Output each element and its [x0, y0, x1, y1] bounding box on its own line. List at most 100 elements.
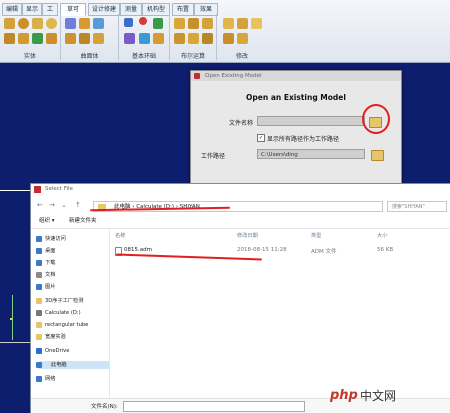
sweep-icon[interactable] — [93, 18, 104, 29]
star-icon — [36, 236, 42, 242]
back-arrow-icon[interactable]: ← — [37, 201, 43, 209]
search-input[interactable]: 搜索"SHIYAN" — [387, 201, 447, 212]
marker-icon[interactable] — [139, 17, 147, 25]
torus-icon[interactable] — [18, 33, 29, 44]
split-icon[interactable] — [188, 33, 199, 44]
sidebar-item-label: rectangular tube — [45, 322, 89, 328]
site-watermark: php — [330, 388, 358, 403]
drive-icon — [36, 310, 42, 316]
merge-icon[interactable] — [174, 33, 185, 44]
forward-arrow-icon[interactable]: → — [49, 201, 55, 209]
file-name-label: 文件名称 — [229, 120, 254, 127]
workpath-checkbox[interactable]: ✓ — [257, 134, 265, 142]
ribbon-toolbar: 编辑 显示 工 草可 设计修建 测量 机构型 布置 效果 实体 曲面体 基本环础… — [0, 0, 450, 63]
plate-icon[interactable] — [46, 33, 57, 44]
folder-icon — [36, 322, 42, 328]
open-model-dialog: Open Existing Model Open an Existing Mod… — [190, 70, 402, 188]
intersect-icon[interactable] — [202, 18, 213, 29]
plane-icon[interactable] — [124, 33, 135, 44]
cylinder-icon[interactable] — [18, 18, 29, 29]
computer-icon — [36, 362, 42, 368]
sidebar-item[interactable]: 桌面 — [36, 247, 55, 255]
sidebar-item[interactable]: 图片 — [36, 283, 56, 291]
sphere-icon[interactable] — [46, 18, 57, 29]
hollow-icon[interactable] — [251, 18, 262, 29]
subtract-icon[interactable] — [188, 18, 199, 29]
revolve-icon[interactable] — [79, 33, 90, 44]
dialog-title: Open Existing Model — [205, 73, 262, 79]
viewport-axis-line — [0, 190, 30, 191]
explorer-titlebar: Select File — [31, 184, 450, 195]
sidebar-item-label: 宽度实验 — [45, 334, 66, 340]
group-label: 实体 — [23, 53, 36, 60]
shell-icon[interactable] — [93, 33, 104, 44]
sidebar-item[interactable]: 文档 — [36, 271, 55, 279]
sidebar-item[interactable]: 下载 — [36, 259, 56, 267]
frustum-icon[interactable] — [4, 33, 15, 44]
coordinate-icon[interactable] — [139, 33, 150, 44]
group-label: 基本环础 — [131, 53, 156, 60]
filename-label: 文件名(N): — [91, 404, 118, 410]
dialog-titlebar: Open Existing Model — [191, 71, 401, 81]
box-icon[interactable] — [4, 18, 15, 29]
sidebar-item[interactable]: OneDrive — [36, 347, 70, 355]
filename-input[interactable] — [123, 401, 305, 412]
file-type: ADM 文件 — [311, 249, 337, 255]
sidebar-item-label: 快速访问 — [45, 236, 66, 242]
group-surfaces: 曲面体 — [61, 14, 119, 60]
new-folder-button[interactable]: 新建文件夹 — [69, 217, 97, 226]
sidebar-item-label: 3D序子工厂检测 — [45, 298, 84, 304]
pipe-icon[interactable] — [79, 18, 90, 29]
viewport-divider — [0, 342, 30, 343]
sidebar-item[interactable]: Calculate (D:) — [36, 309, 81, 317]
sidebar-item-label: 图片 — [45, 284, 56, 290]
loft-icon[interactable] — [65, 33, 76, 44]
sidebar-item[interactable]: 3D序子工厂检测 — [36, 297, 84, 305]
sidebar-item[interactable]: 此电脑 — [36, 361, 109, 369]
fillet-icon[interactable] — [223, 18, 234, 29]
file-name-input[interactable] — [257, 116, 365, 126]
up-arrow-icon[interactable]: ↑ — [75, 201, 81, 209]
group-label: 布尔运算 — [180, 53, 205, 60]
group-label: 修改 — [235, 53, 248, 60]
sidebar-item[interactable]: 网络 — [36, 375, 55, 383]
workdir-folder-icon[interactable] — [371, 150, 384, 161]
column-header-size[interactable]: 大小 — [377, 232, 387, 239]
app-logo-icon — [194, 73, 200, 79]
organize-button[interactable]: 组织 ▾ — [39, 217, 55, 226]
document-icon — [36, 272, 42, 278]
point-icon[interactable] — [124, 18, 133, 27]
union-icon[interactable] — [174, 18, 185, 29]
desktop-icon — [36, 248, 42, 254]
recent-chevron-icon[interactable]: ⌄ — [61, 201, 67, 209]
hole-icon[interactable] — [223, 33, 234, 44]
surface-icon[interactable] — [65, 18, 76, 29]
wrench-icon[interactable] — [202, 33, 213, 44]
sidebar-item[interactable]: 宽度实验 — [36, 333, 66, 341]
sidebar-item-label: Calculate (D:) — [45, 310, 81, 316]
extrude-icon[interactable] — [32, 33, 43, 44]
sidebar-item[interactable]: 快速访问 — [36, 235, 66, 243]
sidebar-item-label: OneDrive — [45, 348, 70, 354]
curve-icon[interactable] — [153, 33, 164, 44]
file-explorer-dialog: Select File ← → ⌄ ↑ 此电脑 › Calculate (D:)… — [30, 183, 450, 413]
sidebar-item[interactable]: rectangular tube — [36, 321, 89, 329]
column-header-date[interactable]: 修改日期 — [237, 232, 258, 239]
chamfer-icon[interactable] — [237, 18, 248, 29]
navigation-pane: 快速访问桌面下载文档图片 3D序子工厂检测 Calculate (D:) rectan… — [31, 229, 110, 399]
annotation-circle — [362, 104, 390, 134]
sidebar-item-label: 此电脑 — [51, 362, 67, 368]
axis-icon[interactable] — [153, 18, 163, 29]
workdir-label: 工作路径 — [201, 153, 226, 160]
file-name: 0815.adm — [124, 247, 152, 253]
file-size: 56 KB — [377, 247, 394, 253]
sidebar-item-label: 下载 — [45, 260, 56, 266]
workpath-checkbox-label: 显示所有路径作为工作路径 — [267, 136, 340, 143]
column-header-type[interactable]: 类型 — [311, 232, 321, 239]
download-icon — [36, 260, 42, 266]
column-header-name[interactable]: 名称 — [115, 232, 125, 239]
workdir-input[interactable]: C:\Users\ding — [257, 149, 365, 159]
boss-icon[interactable] — [237, 33, 248, 44]
site-watermark-text: 中文网 — [360, 389, 397, 403]
cone-icon[interactable] — [32, 18, 43, 29]
